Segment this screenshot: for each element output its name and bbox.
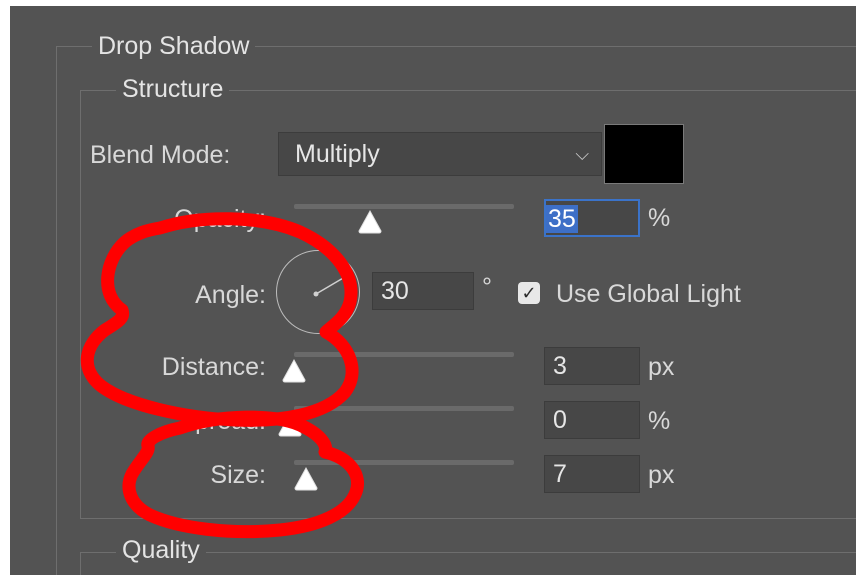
angle-label: Angle: <box>195 281 266 309</box>
angle-dial[interactable] <box>276 250 360 334</box>
structure-frame-bottom <box>80 518 856 519</box>
size-slider-thumb[interactable] <box>292 466 320 492</box>
spread-slider-thumb[interactable] <box>276 412 304 438</box>
opacity-unit: % <box>648 204 671 232</box>
distance-unit: px <box>648 353 675 381</box>
shadow-color-swatch[interactable] <box>604 124 684 184</box>
spread-unit: % <box>648 407 671 435</box>
use-global-light-label[interactable]: Use Global Light <box>556 279 741 309</box>
opacity-slider-thumb[interactable] <box>356 209 384 235</box>
drop-shadow-frame-left <box>56 46 57 575</box>
chevron-down-icon: ⌵ <box>575 144 589 164</box>
drop-shadow-title: Drop Shadow <box>92 31 256 61</box>
use-global-light-checkbox[interactable]: ✓ <box>518 282 540 304</box>
angle-dial-needle <box>313 273 351 297</box>
distance-input[interactable]: 3 <box>544 347 640 385</box>
opacity-value: 35 <box>546 205 578 233</box>
distance-slider-track[interactable] <box>294 352 514 357</box>
blend-mode-label: Blend Mode: <box>90 141 231 169</box>
quality-frame-left <box>80 552 81 575</box>
opacity-slider-track[interactable] <box>294 204 514 209</box>
distance-slider-thumb[interactable] <box>280 358 308 384</box>
size-slider-track[interactable] <box>294 460 514 465</box>
distance-label: Distance: <box>161 353 266 381</box>
size-input[interactable]: 7 <box>544 455 640 493</box>
angle-input[interactable]: 30 <box>372 272 474 310</box>
angle-unit: ° <box>482 273 492 301</box>
spread-input[interactable]: 0 <box>544 401 640 439</box>
opacity-label: Opacity: <box>174 205 266 233</box>
blend-mode-select[interactable]: Multiply ⌵ <box>278 132 602 176</box>
size-unit: px <box>648 461 675 489</box>
opacity-input[interactable]: 35 <box>544 199 640 237</box>
layer-style-panel: Drop Shadow Structure Blend Mode: Multip… <box>10 6 856 575</box>
blend-mode-value: Multiply <box>295 140 380 168</box>
structure-frame-left <box>80 90 81 518</box>
spread-label: Spread: <box>178 407 266 435</box>
quality-title: Quality <box>116 535 206 565</box>
size-label: Size: <box>210 461 266 489</box>
structure-title: Structure <box>116 74 230 104</box>
spread-slider-track[interactable] <box>294 406 514 411</box>
